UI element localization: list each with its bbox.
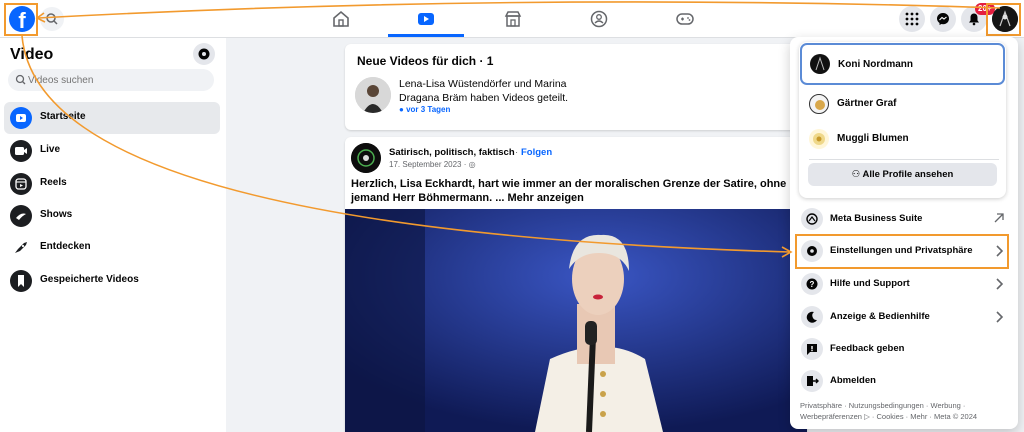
annotation-arrows — [21, 1, 1001, 258]
annotation-arrow-top — [37, 1, 1001, 19]
annotation-arrow-settings — [21, 35, 791, 253]
